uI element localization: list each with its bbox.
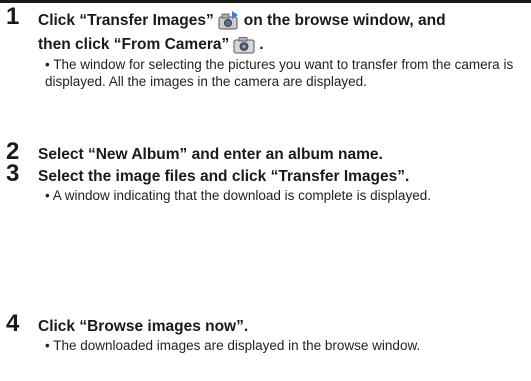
step-3-number: 3 <box>6 160 20 187</box>
step-1-title-part2: on the browse window, and <box>243 12 446 29</box>
step-1-title-part3: then click “From Camera” <box>38 36 230 53</box>
step-2-title: Select “New Album” and enter an album na… <box>38 146 383 163</box>
step-3-title: Select the image files and click “Transf… <box>38 168 410 185</box>
transfer-images-icon <box>218 10 240 35</box>
step-4-bullet: • The downloaded images are displayed in… <box>45 338 421 353</box>
step-4-title: Click “Browse images now”. <box>38 318 249 335</box>
step-1-title: Click “Transfer Images” on the browse win… <box>38 10 528 59</box>
step-1-number: 1 <box>6 3 20 30</box>
step-4-number: 4 <box>6 310 20 337</box>
step-3-bullet: • A window indicating that the download … <box>45 188 431 203</box>
step-1-title-part1: Click “Transfer Images” <box>38 12 214 29</box>
step-1-bullet: • The window for selecting the pictures … <box>45 57 514 89</box>
step-1-title-part4: . <box>259 36 264 53</box>
top-rule <box>0 0 531 3</box>
